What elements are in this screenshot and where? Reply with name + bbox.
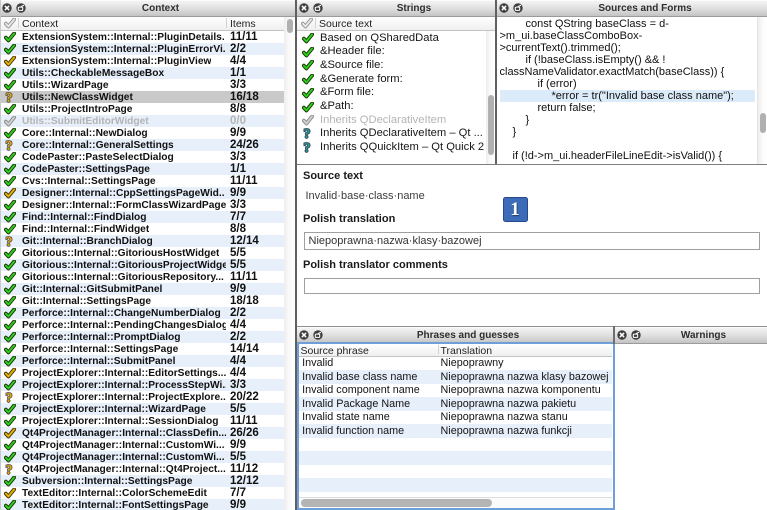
svg-text:?: ? xyxy=(6,236,13,247)
svg-text:?: ? xyxy=(6,92,13,103)
svg-text:?: ? xyxy=(6,392,13,403)
svg-text:?: ? xyxy=(6,464,13,475)
svg-text:?: ? xyxy=(304,142,311,154)
svg-text:?: ? xyxy=(6,140,13,151)
svg-text:?: ? xyxy=(304,128,311,140)
